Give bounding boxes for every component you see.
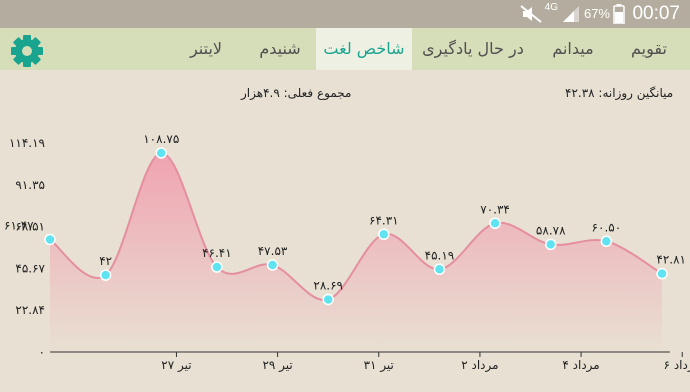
data-point <box>266 259 279 271</box>
chart-canvas: میانگین روزانه: ۴۲.۳۸ مجموع فعلی: ۴.۹هزا… <box>4 86 690 373</box>
data-point <box>600 235 613 248</box>
y-axis-ticks: ۰۲۲.۸۴۴۵.۶۷۶۸.۵۱۹۱.۳۵۱۱۴.۱۹ <box>9 136 46 359</box>
current-total-label: مجموع فعلی: ۴.۹هزار <box>240 86 351 101</box>
x-tick-label: ۲ مرداد <box>461 358 498 373</box>
data-point <box>99 269 112 281</box>
data-label: ۴۲.۸۱ <box>656 253 686 267</box>
data-label: ۴۷.۵۳ <box>258 244 288 258</box>
data-label: ۴۶.۴۱ <box>202 246 232 260</box>
status-bar: 4G 67% 00:07 <box>0 0 690 28</box>
data-point <box>155 147 168 159</box>
y-tick-label: ۹۱.۳۵ <box>15 178 45 192</box>
data-label: ۴۲ <box>99 254 112 268</box>
x-tick-label: ۳۱ تیر <box>364 358 394 373</box>
data-label: ۵۸.۷۸ <box>536 223 566 237</box>
tab-calendar[interactable]: تقویم <box>612 28 686 70</box>
tab-word-index[interactable]: شاخص لغت <box>316 28 412 70</box>
data-label: ۶۰.۵۰ <box>592 220 622 234</box>
battery-icon <box>613 4 625 24</box>
data-label: ۶۴.۳۱ <box>369 213 399 227</box>
tab-bar: تقویم میدانم در حال یادگیری شاخص لغت شنی… <box>0 28 690 70</box>
clock: 00:07 <box>632 3 680 24</box>
data-point <box>544 238 557 251</box>
data-label: ۱۰۸.۷۵ <box>143 132 179 146</box>
y-tick-label: ۰ <box>39 345 45 359</box>
data-point <box>433 263 446 276</box>
word-index-chart: میانگین روزانه: ۴۲.۳۸ مجموع فعلی: ۴.۹هزا… <box>0 70 690 388</box>
tab-leitner[interactable]: لایتنر <box>168 28 244 70</box>
data-point <box>211 261 223 273</box>
x-tick-label: ۴ مرداد <box>562 358 599 373</box>
data-point <box>489 217 501 230</box>
mute-icon <box>520 5 542 23</box>
x-tick-label: ۲۷ تیر <box>161 358 191 373</box>
y-tick-label: ۱۱۴.۱۹ <box>9 136 45 150</box>
data-label: ۶۱.۴۷ <box>4 218 34 232</box>
gear-icon[interactable] <box>10 34 44 68</box>
data-point <box>44 233 56 246</box>
daily-average-label: میانگین روزانه: ۴۲.۳۸ <box>565 86 673 101</box>
data-label: ۲۸.۶۹ <box>313 278 343 292</box>
data-point <box>322 293 334 306</box>
tab-known[interactable]: میدانم <box>534 28 612 70</box>
signal-icon <box>563 6 579 22</box>
y-tick-label: ۴۵.۶۷ <box>15 261 45 275</box>
x-tick-label: ۶ مرداد <box>664 358 690 373</box>
tab-heard[interactable]: شنیدم <box>244 28 316 70</box>
y-tick-label: ۲۲.۸۴ <box>15 303 45 317</box>
x-tick-label: ۲۹ تیر <box>262 358 292 373</box>
network-type: 4G <box>544 2 558 13</box>
x-axis-ticks: ۲۷ تیر ۲۹ تیر ۳۱ تیر ۲ مرداد ۴ مرداد ۶ مرداد <box>161 352 690 373</box>
battery-percent: 67% <box>583 6 610 21</box>
data-label: ۷۰.۳۴ <box>480 202 510 216</box>
data-point <box>656 267 668 280</box>
tab-learning[interactable]: در حال یادگیری <box>412 28 534 70</box>
data-point <box>378 228 390 241</box>
data-label: ۴۵.۱۹ <box>425 248 455 262</box>
